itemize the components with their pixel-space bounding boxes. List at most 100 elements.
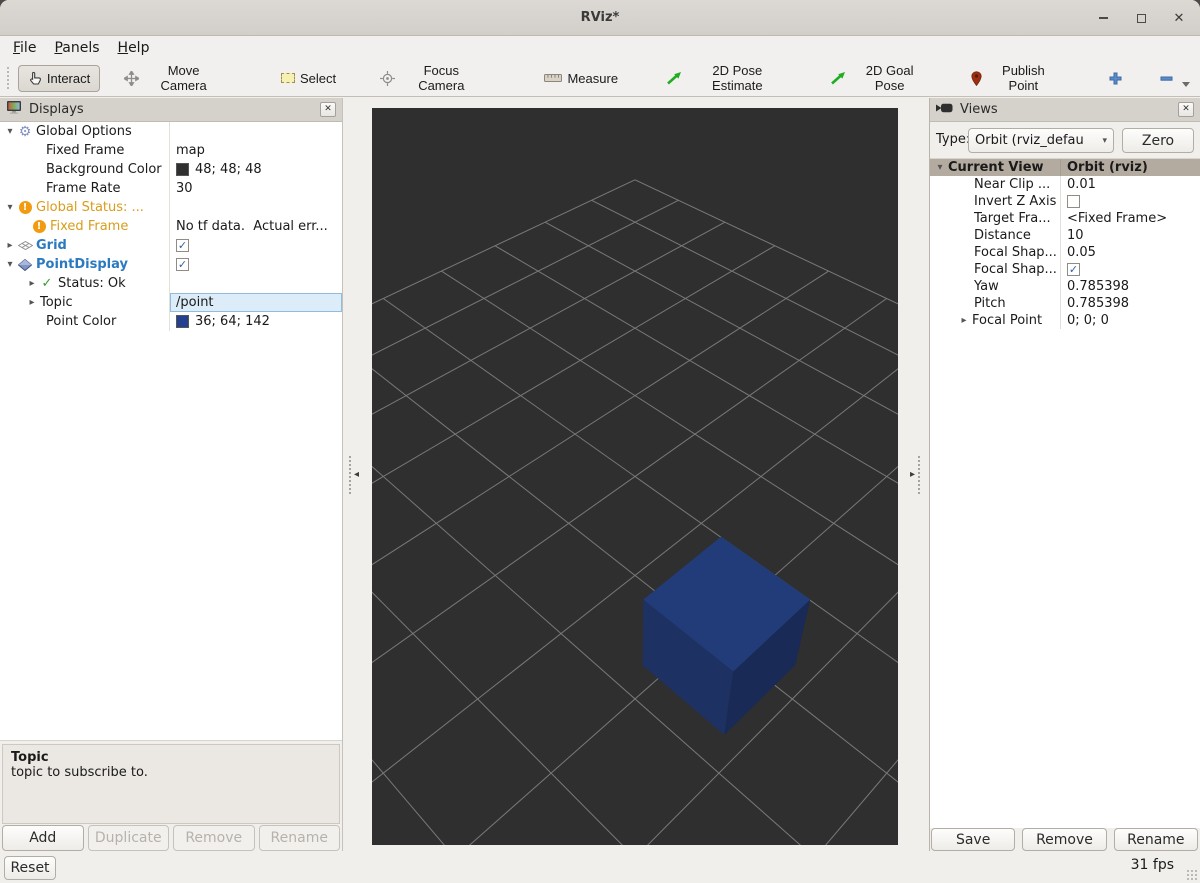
property-label: Current View: [948, 160, 1044, 175]
menu-help[interactable]: Help: [109, 38, 159, 58]
displays-panel-header[interactable]: Displays ✕: [0, 98, 342, 122]
row-global-status[interactable]: ▾ ! Global Status: ...: [0, 198, 342, 217]
view-type-select[interactable]: Orbit (rviz_defau ▾: [968, 128, 1114, 153]
video-camera-icon: [936, 102, 953, 118]
maximize-button[interactable]: [1134, 11, 1148, 25]
checkbox-checked[interactable]: ✓: [176, 258, 189, 271]
row-point-display[interactable]: ▾ PointDisplay ✓: [0, 255, 342, 274]
row-grid-display[interactable]: ▸ Grid ✓: [0, 236, 342, 255]
row-yaw[interactable]: Yaw 0.785398: [930, 278, 1200, 295]
checkbox-unchecked[interactable]: [1067, 195, 1080, 208]
titlebar[interactable]: RViz* ✕: [0, 0, 1200, 36]
expander-closed-icon[interactable]: ▸: [4, 240, 16, 251]
property-value[interactable]: ✓: [170, 236, 342, 255]
row-status-fixed-frame[interactable]: ! Fixed Frame No tf data. Actual err...: [0, 217, 342, 236]
row-target-frame[interactable]: Target Fra... <Fixed Frame>: [930, 210, 1200, 227]
views-tree: ▾ Current View Orbit (rviz) Near Clip ..…: [930, 158, 1200, 828]
property-value[interactable]: Orbit (rviz): [1061, 159, 1200, 176]
row-point-color[interactable]: Point Color 36; 64; 142: [0, 312, 342, 331]
collapse-left-icon[interactable]: ◂: [354, 469, 359, 480]
tool-2d-pose-estimate[interactable]: 2D Pose Estimate: [656, 57, 798, 99]
property-value[interactable]: 0.785398: [1061, 295, 1200, 312]
minimize-button[interactable]: [1096, 11, 1110, 25]
property-value-selected[interactable]: /point: [170, 293, 342, 312]
row-current-view[interactable]: ▾ Current View Orbit (rviz): [930, 159, 1200, 176]
rename-view-button[interactable]: Rename: [1114, 828, 1198, 851]
row-status-ok[interactable]: ▸ ✓ Status: Ok: [0, 274, 342, 293]
checkbox-checked[interactable]: ✓: [176, 239, 189, 252]
property-value[interactable]: 0.785398: [1061, 278, 1200, 295]
3d-scene: [372, 108, 898, 845]
resize-grip[interactable]: [1186, 869, 1197, 880]
checkbox-checked[interactable]: ✓: [1067, 263, 1080, 276]
toolbar-drag-handle[interactable]: [6, 66, 11, 90]
tool-move-camera[interactable]: Move Camera: [114, 57, 233, 99]
left-splitter[interactable]: ◂: [343, 98, 372, 851]
tool-select[interactable]: Select: [271, 65, 346, 92]
expander-open-icon[interactable]: ▾: [4, 202, 16, 213]
duplicate-display-button[interactable]: Duplicate: [88, 825, 170, 851]
row-near-clip[interactable]: Near Clip ... 0.01: [930, 176, 1200, 193]
rename-display-button[interactable]: Rename: [259, 825, 341, 851]
remove-tool-button[interactable]: [1149, 64, 1200, 93]
panel-close-button[interactable]: ✕: [320, 102, 336, 117]
tool-publish-point[interactable]: Publish Point: [961, 57, 1070, 99]
row-focal-point[interactable]: ▸ Focal Point 0; 0; 0: [930, 312, 1200, 329]
row-focal-shape-fixed[interactable]: Focal Shap... ✓: [930, 261, 1200, 278]
tool-interact[interactable]: Interact: [18, 65, 100, 92]
property-value[interactable]: No tf data. Actual err...: [170, 217, 342, 236]
row-background-color[interactable]: Background Color 48; 48; 48: [0, 160, 342, 179]
menu-file[interactable]: File: [4, 38, 45, 58]
property-value[interactable]: ✓: [170, 255, 342, 274]
expander-closed-icon[interactable]: ▸: [26, 278, 38, 289]
close-button[interactable]: ✕: [1172, 11, 1186, 25]
property-value[interactable]: ✓: [1061, 261, 1200, 278]
row-focal-shape-size[interactable]: Focal Shap... 0.05: [930, 244, 1200, 261]
expander-open-icon[interactable]: ▾: [4, 259, 16, 270]
row-frame-rate[interactable]: Frame Rate 30: [0, 179, 342, 198]
add-display-button[interactable]: Add: [2, 825, 84, 851]
property-value[interactable]: map: [170, 141, 342, 160]
row-fixed-frame[interactable]: Fixed Frame map: [0, 141, 342, 160]
property-value[interactable]: [1061, 193, 1200, 210]
zero-button[interactable]: Zero: [1122, 128, 1194, 153]
property-value[interactable]: 48; 48; 48: [170, 160, 342, 179]
property-label: Target Fra...: [974, 211, 1051, 226]
row-pitch[interactable]: Pitch 0.785398: [930, 295, 1200, 312]
expander-closed-icon[interactable]: ▸: [26, 297, 38, 308]
tool-focus-camera[interactable]: Focus Camera: [370, 57, 492, 99]
property-label: Fixed Frame: [50, 219, 128, 234]
property-value[interactable]: 0.01: [1061, 176, 1200, 193]
views-panel-header[interactable]: Views ✕: [930, 98, 1200, 122]
save-view-button[interactable]: Save: [931, 828, 1015, 851]
row-invert-z-axis[interactable]: Invert Z Axis: [930, 193, 1200, 210]
panel-close-button[interactable]: ✕: [1178, 102, 1194, 117]
view-type-label: Type:: [936, 132, 970, 147]
reset-button[interactable]: Reset: [4, 856, 56, 880]
render-viewport[interactable]: [372, 108, 898, 845]
property-value[interactable]: [170, 122, 342, 141]
row-distance[interactable]: Distance 10: [930, 227, 1200, 244]
remove-display-button[interactable]: Remove: [173, 825, 255, 851]
expander-open-icon[interactable]: ▾: [4, 126, 16, 137]
property-value[interactable]: 36; 64; 142: [170, 312, 342, 331]
property-value[interactable]: [170, 198, 342, 217]
property-value[interactable]: [170, 274, 342, 293]
value-text: /point: [176, 295, 214, 310]
collapse-right-icon[interactable]: ▸: [910, 469, 915, 480]
tool-measure[interactable]: Measure: [534, 65, 628, 92]
expander-closed-icon[interactable]: ▸: [958, 315, 970, 326]
row-global-options[interactable]: ▾ ⚙ Global Options: [0, 122, 342, 141]
expander-open-icon[interactable]: ▾: [934, 162, 946, 173]
row-topic[interactable]: ▸ Topic /point: [0, 293, 342, 312]
property-value[interactable]: <Fixed Frame>: [1061, 210, 1200, 227]
property-value[interactable]: 0.05: [1061, 244, 1200, 261]
menu-panels[interactable]: Panels: [45, 38, 108, 58]
tool-2d-goal-pose[interactable]: 2D Goal Pose: [820, 57, 939, 99]
property-value[interactable]: 0; 0; 0: [1061, 312, 1200, 329]
add-tool-button[interactable]: [1098, 65, 1133, 92]
remove-view-button[interactable]: Remove: [1022, 828, 1106, 851]
property-value[interactable]: 30: [170, 179, 342, 198]
right-splitter[interactable]: ▸: [898, 98, 929, 851]
property-value[interactable]: 10: [1061, 227, 1200, 244]
